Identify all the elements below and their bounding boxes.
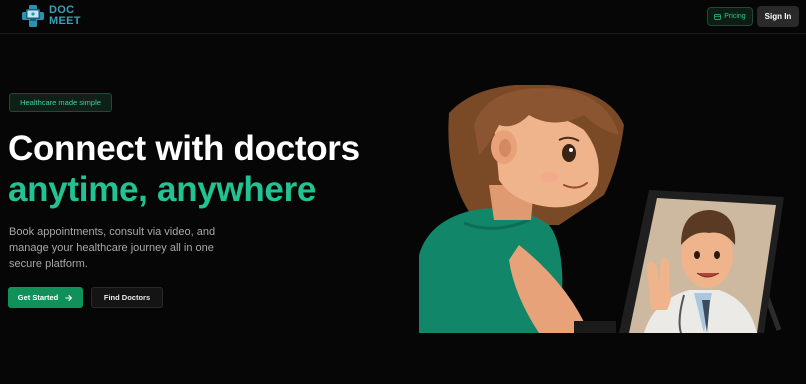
arrow-right-icon [65,294,73,301]
logo-text: DOC MEET [49,5,81,27]
top-navbar: DOC MEET Pricing Sign In [0,0,806,34]
hero-title-line-2: anytime, anywhere [8,170,317,209]
pricing-button[interactable]: Pricing [707,7,753,26]
hero-title-line-1: Connect with doctors [8,129,360,168]
pricing-label: Pricing [724,13,746,20]
hero-description: Book appointments, consult via video, an… [9,226,216,270]
tagline-badge: Healthcare made simple [9,93,112,112]
find-doctors-button[interactable]: Find Doctors [91,287,163,308]
get-started-label: Get Started [17,293,59,302]
girl-video-call-with-doctor-illustration [419,85,784,333]
get-started-button[interactable]: Get Started [8,287,83,308]
logo[interactable]: DOC MEET [20,3,81,29]
logo-line-2: MEET [49,15,81,27]
card-icon [714,13,722,20]
sign-in-button[interactable]: Sign In [757,6,799,27]
medical-cross-icon [22,5,44,27]
